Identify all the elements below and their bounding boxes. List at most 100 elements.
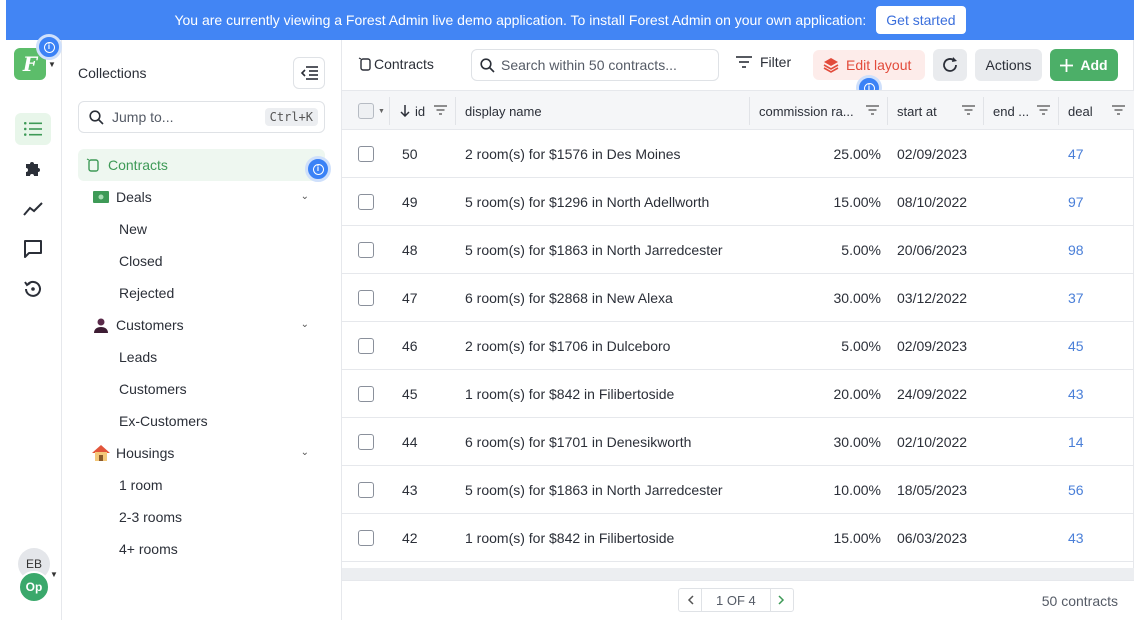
column-filter-icon[interactable] <box>434 105 447 115</box>
column-header-end-at[interactable]: end ... <box>993 91 1029 131</box>
next-page-button[interactable] <box>769 588 794 612</box>
column-filter-icon[interactable] <box>1112 105 1125 115</box>
sidebar-subitem-new[interactable]: New <box>119 213 147 245</box>
jump-to-search[interactable]: Ctrl+K <box>78 101 325 133</box>
sidebar-title: Collections <box>78 65 147 81</box>
cell-deal-link[interactable]: 47 <box>1068 130 1084 178</box>
cell-display-name: 6 room(s) for $2868 in New Alexa <box>465 290 673 306</box>
cell-deal-link[interactable]: 56 <box>1068 466 1084 514</box>
cell-deal-link[interactable]: 43 <box>1068 514 1084 562</box>
row-checkbox[interactable] <box>358 146 374 162</box>
table-row[interactable]: 42 1 room(s) for $842 in Filibertoside 1… <box>342 514 1134 562</box>
sidebar-subitem-4-plus-rooms[interactable]: 4+ rooms <box>119 533 178 565</box>
cell-commission: 15.00% <box>833 194 881 210</box>
row-checkbox[interactable] <box>358 530 374 546</box>
column-filter-icon[interactable] <box>962 105 975 115</box>
cell-deal-link[interactable]: 14 <box>1068 418 1084 466</box>
sidebar-subitem-2-3-rooms[interactable]: 2-3 rooms <box>119 501 182 533</box>
cell-commission: 15.00% <box>833 530 881 546</box>
caret-down-icon[interactable]: ▼ <box>48 60 56 69</box>
rail-extensions-button[interactable] <box>15 153 51 185</box>
sidebar-item-contracts[interactable]: Contracts <box>78 149 325 181</box>
collapse-icon <box>300 66 318 80</box>
row-checkbox[interactable] <box>358 386 374 402</box>
sidebar-subitem-1-room[interactable]: 1 room <box>119 469 163 501</box>
row-checkbox[interactable] <box>358 290 374 306</box>
info-icon[interactable]: i <box>36 34 62 60</box>
cell-deal-link[interactable]: 43 <box>1068 370 1084 418</box>
cell-commission: 30.00% <box>833 290 881 306</box>
cell-deal-link[interactable]: 37 <box>1068 274 1084 322</box>
column-header-commission-rate[interactable]: commission ra... <box>759 91 854 131</box>
horizontal-scrollbar[interactable] <box>342 568 1134 580</box>
sidebar-item-housings[interactable]: Housings ⌄ <box>78 437 325 469</box>
sidebar-subitem-ex-customers[interactable]: Ex-Customers <box>119 405 208 437</box>
previous-page-button[interactable] <box>678 588 702 612</box>
get-started-button[interactable]: Get started <box>876 6 966 34</box>
column-header-id[interactable]: id <box>400 91 425 131</box>
actions-button[interactable]: Actions <box>975 49 1042 81</box>
sidebar-subitem-closed[interactable]: Closed <box>119 245 163 277</box>
add-button[interactable]: Add <box>1050 49 1118 81</box>
column-filter-icon[interactable] <box>1037 105 1050 115</box>
edit-layout-label: Edit layout <box>846 57 912 73</box>
row-checkbox[interactable] <box>358 482 374 498</box>
collection-search-input[interactable] <box>501 57 701 73</box>
table-row[interactable]: 47 6 room(s) for $2868 in New Alexa 30.0… <box>342 274 1134 322</box>
sidebar-subitem-leads[interactable]: Leads <box>119 341 157 373</box>
column-header-display-name[interactable]: display name <box>465 91 542 131</box>
collections-sidebar: Collections Ctrl+K Contracts i Deals ⌄ N… <box>62 40 342 620</box>
collection-search[interactable] <box>471 49 719 81</box>
cell-deal-link[interactable]: 45 <box>1068 322 1084 370</box>
sidebar-item-label: Deals <box>116 189 152 205</box>
sidebar-item-deals[interactable]: Deals ⌄ <box>78 181 325 213</box>
cell-id: 50 <box>402 146 418 162</box>
cell-display-name: 1 room(s) for $842 in Filibertoside <box>465 530 675 546</box>
cell-deal-link[interactable]: 97 <box>1068 178 1084 226</box>
table-row[interactable]: 49 5 room(s) for $1296 in North Adellwor… <box>342 178 1134 226</box>
table-row[interactable]: 43 5 room(s) for $1863 in North Jarredce… <box>342 466 1134 514</box>
rail-inbox-button[interactable] <box>15 233 51 265</box>
cell-commission: 20.00% <box>833 386 881 402</box>
main-panel: Contracts Filter Edit layout i Actions A… <box>342 40 1134 620</box>
chevron-down-icon[interactable]: ⌄ <box>301 191 309 202</box>
info-icon[interactable]: i <box>305 156 331 182</box>
left-rail: F ▼ i EB Op ▼ <box>6 34 62 620</box>
rail-collections-button[interactable] <box>15 113 51 145</box>
sidebar-item-customers[interactable]: Customers ⌄ <box>78 309 325 341</box>
row-checkbox[interactable] <box>358 434 374 450</box>
column-header-deal[interactable]: deal <box>1068 91 1093 131</box>
caret-down-icon[interactable]: ▼ <box>378 108 385 115</box>
collapse-sidebar-button[interactable] <box>293 57 325 89</box>
rail-history-button[interactable] <box>15 273 51 305</box>
table-row[interactable]: 50 2 room(s) for $1576 in Des Moines 25.… <box>342 130 1134 178</box>
filter-icon <box>736 56 752 68</box>
table-row[interactable]: 48 5 room(s) for $1863 in North Jarredce… <box>342 226 1134 274</box>
caret-down-icon[interactable]: ▼ <box>50 570 58 579</box>
cell-display-name: 5 room(s) for $1296 in North Adellworth <box>465 194 710 210</box>
cell-deal-link[interactable]: 98 <box>1068 226 1084 274</box>
row-checkbox[interactable] <box>358 242 374 258</box>
jump-to-input[interactable] <box>112 109 262 125</box>
record-count: 50 contracts <box>1041 593 1118 609</box>
sidebar-subitem-customers[interactable]: Customers <box>119 373 187 405</box>
page-indicator[interactable]: 1 OF 4 <box>702 588 770 612</box>
table-row[interactable]: 44 6 room(s) for $1701 in Denesikworth 3… <box>342 418 1134 466</box>
cell-start-at: 06/03/2023 <box>897 530 968 546</box>
sidebar-item-label: Housings <box>116 445 175 461</box>
chevron-down-icon[interactable]: ⌄ <box>301 319 309 330</box>
column-header-start-at[interactable]: start at <box>897 91 937 131</box>
row-checkbox[interactable] <box>358 194 374 210</box>
filter-button[interactable]: Filter <box>736 54 791 70</box>
chevron-down-icon[interactable]: ⌄ <box>301 447 309 458</box>
select-all-checkbox[interactable]: ▼ <box>358 91 385 131</box>
row-checkbox[interactable] <box>358 338 374 354</box>
rail-analytics-button[interactable] <box>15 193 51 225</box>
puzzle-icon <box>26 162 40 176</box>
column-filter-icon[interactable] <box>866 105 879 115</box>
project-avatar[interactable]: Op <box>18 571 50 603</box>
refresh-button[interactable] <box>933 49 967 81</box>
table-row[interactable]: 45 1 room(s) for $842 in Filibertoside 2… <box>342 370 1134 418</box>
sidebar-subitem-rejected[interactable]: Rejected <box>119 277 174 309</box>
table-row[interactable]: 46 2 room(s) for $1706 in Dulceboro 5.00… <box>342 322 1134 370</box>
